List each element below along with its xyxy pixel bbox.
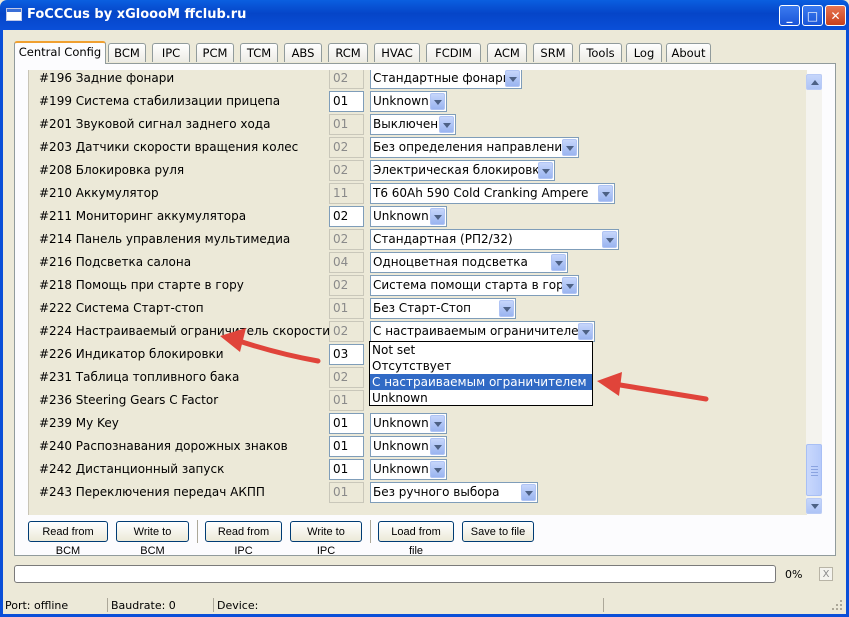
cancel-button[interactable]: X [819, 567, 833, 581]
status-bar: Port: offline Baudrate: 0 Device: [3, 597, 846, 614]
arrow-to-speed-limiter-row [220, 328, 321, 364]
write-to-ipc-button[interactable]: Write to IPC [290, 521, 362, 557]
tab-central-config[interactable]: Central Config [14, 41, 106, 64]
progress-bar [14, 565, 776, 583]
arrow-to-dropdown-option [597, 372, 709, 402]
toolbar-separator [370, 520, 371, 543]
load-from-file-button[interactable]: Load from file [378, 521, 454, 557]
status-port: Port: offline [5, 599, 69, 612]
dropdown-option-absent[interactable]: Отсутствует [370, 358, 592, 374]
toolbar-separator [197, 520, 198, 543]
progress-percent: 0% [785, 568, 803, 581]
write-to-bcm-button[interactable]: Write to BCM [116, 521, 189, 557]
status-device: Device: [217, 599, 259, 612]
save-to-file-button[interactable]: Save to file [462, 521, 534, 542]
resize-grip-icon[interactable] [831, 599, 843, 611]
dropdown-option-unknown[interactable]: Unknown [370, 390, 592, 406]
read-from-ipc-button[interactable]: Read from IPC [205, 521, 282, 557]
read-from-bcm-button[interactable]: Read from BCM [28, 521, 108, 557]
dropdown-option-adjustable-limiter[interactable]: С настраиваемым ограничителем [370, 374, 592, 390]
speed-limiter-dropdown-list[interactable]: Not set Отсутствует С настраиваемым огра… [369, 341, 593, 406]
dropdown-option-not-set[interactable]: Not set [370, 342, 592, 358]
status-baudrate: Baudrate: 0 [111, 599, 176, 612]
